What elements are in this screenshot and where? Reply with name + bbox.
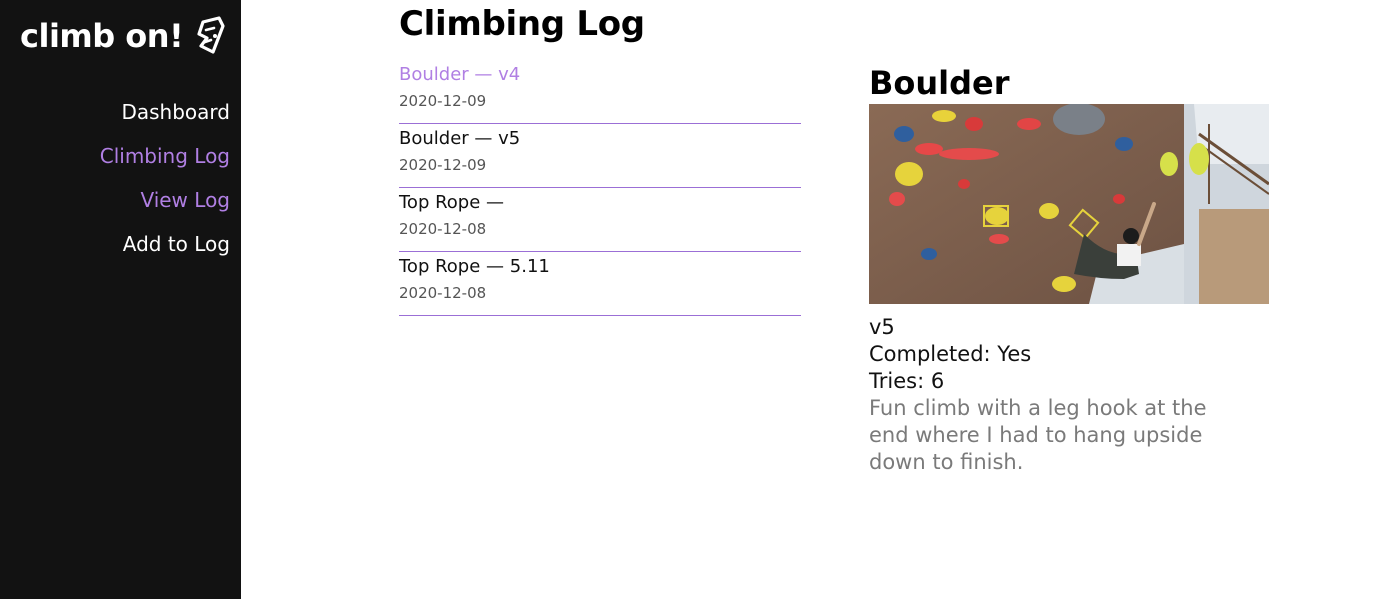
detail-title: Boulder bbox=[869, 64, 1010, 102]
nav-item-climbing-log[interactable]: Climbing Log bbox=[100, 134, 230, 178]
bouldering-wall-photo bbox=[869, 104, 1269, 304]
log-entry[interactable]: Top Rope — 2020-12-08 bbox=[399, 188, 801, 252]
climbing-hold-icon bbox=[197, 16, 225, 54]
climb-date: 2020-12-08 bbox=[399, 284, 487, 302]
main-nav: Dashboard Climbing Log View Log Add to L… bbox=[100, 90, 230, 266]
climb-type: Top Rope bbox=[399, 192, 481, 213]
log-entry-title: Top Rope — 5.11 bbox=[399, 255, 801, 279]
climb-date: 2020-12-08 bbox=[399, 220, 487, 238]
separator: — bbox=[474, 128, 493, 149]
logo-text: climb on! bbox=[20, 17, 184, 55]
separator: — bbox=[486, 192, 505, 213]
climb-grade: v5 bbox=[498, 128, 521, 149]
log-entry-title: Boulder — v5 bbox=[399, 127, 801, 151]
detail-completed: Completed: Yes bbox=[869, 342, 1032, 366]
climb-type: Top Rope bbox=[399, 256, 481, 277]
climb-grade: v4 bbox=[498, 64, 521, 85]
nav-item-view-log[interactable]: View Log bbox=[100, 178, 230, 222]
page-title: Climbing Log bbox=[399, 4, 645, 44]
climb-type: Boulder bbox=[399, 64, 469, 85]
sidebar: climb on! Dashboard Climbing Log View Lo… bbox=[0, 0, 241, 599]
separator: — bbox=[474, 64, 493, 85]
nav-item-add-to-log[interactable]: Add to Log bbox=[100, 222, 230, 266]
detail-grade: v5 bbox=[869, 315, 895, 339]
climb-grade: 5.11 bbox=[509, 256, 550, 277]
climb-type: Boulder bbox=[399, 128, 469, 149]
climb-detail: Boulder v5 Completed: Yes Tries: 6 Fun c… bbox=[869, 62, 1269, 476]
nav-item-dashboard[interactable]: Dashboard bbox=[100, 90, 230, 134]
climb-log-list: Boulder — v4 2020-12-09 Boulder — v5 202… bbox=[399, 60, 801, 316]
detail-notes: Fun climb with a leg hook at the end whe… bbox=[869, 396, 1207, 474]
log-entry-title: Top Rope — bbox=[399, 191, 801, 215]
log-entry[interactable]: Boulder — v5 2020-12-09 bbox=[399, 124, 801, 188]
climb-date: 2020-12-09 bbox=[399, 92, 487, 110]
detail-tries: Tries: 6 bbox=[869, 369, 945, 393]
log-entry[interactable]: Top Rope — 5.11 2020-12-08 bbox=[399, 252, 801, 316]
climb-date: 2020-12-09 bbox=[399, 156, 487, 174]
log-entry-title: Boulder — v4 bbox=[399, 63, 801, 87]
app-logo[interactable]: climb on! bbox=[20, 14, 227, 58]
log-entry[interactable]: Boulder — v4 2020-12-09 bbox=[399, 60, 801, 124]
separator: — bbox=[486, 256, 505, 277]
